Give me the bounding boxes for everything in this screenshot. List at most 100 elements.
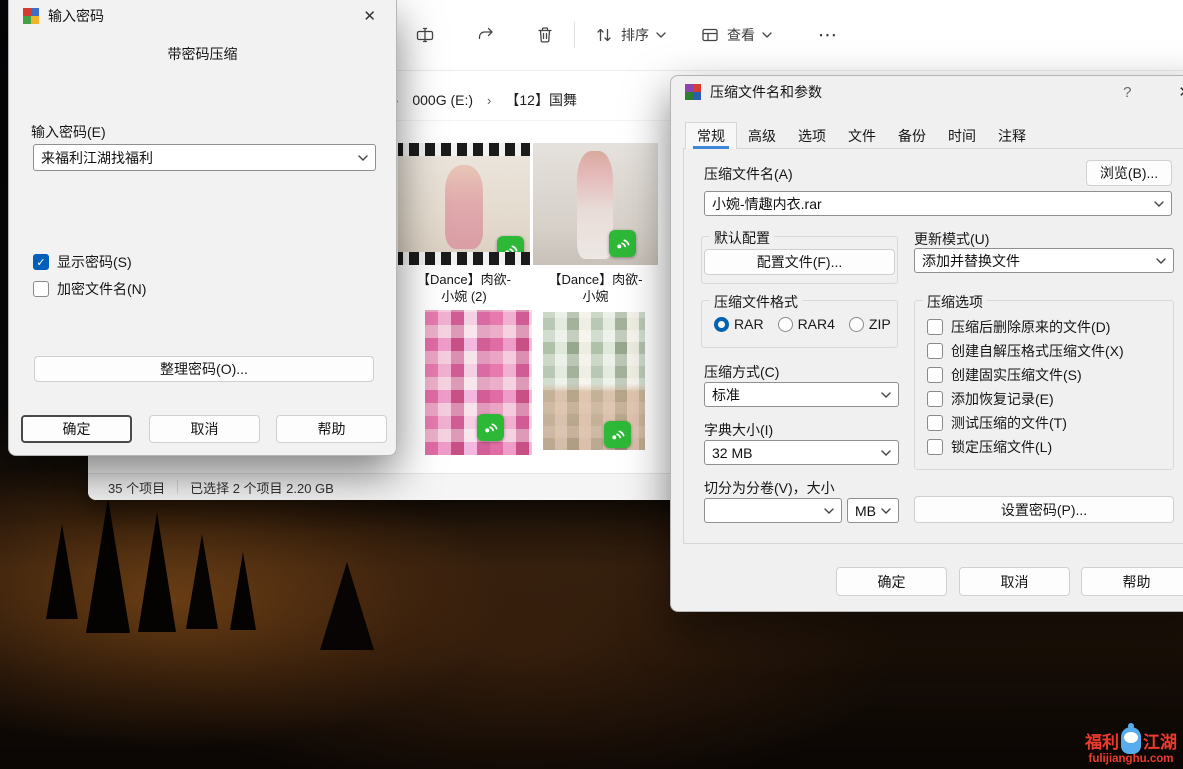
profiles-button[interactable]: 配置文件(F)... xyxy=(704,249,895,275)
format-rar-radio[interactable]: RAR xyxy=(714,316,764,332)
watermark-url: fulijianghu.com xyxy=(1089,753,1174,765)
tab-time[interactable]: 时间 xyxy=(937,122,987,149)
archive-format-group-label: 压缩文件格式 xyxy=(710,292,802,312)
browse-button[interactable]: 浏览(B)... xyxy=(1086,160,1172,186)
radio-selected-icon[interactable] xyxy=(714,317,729,332)
share-icon xyxy=(475,25,495,45)
share-button[interactable] xyxy=(466,17,504,53)
rename-button[interactable] xyxy=(406,17,444,53)
file-tile-pixelated[interactable] xyxy=(425,310,532,455)
dialog-titlebar: 输入密码 ✕ xyxy=(9,0,396,32)
archive-name-params-dialog: 压缩文件名和参数 ? ✕ 常规 高级 选项 文件 备份 时间 注释 压缩文件名(… xyxy=(670,75,1183,612)
cancel-button[interactable]: 取消 xyxy=(959,567,1070,596)
update-mode-value: 添加并替换文件 xyxy=(922,251,1020,271)
password-combobox[interactable]: 来福利江湖找福利 xyxy=(33,144,376,171)
checkbox-unchecked-icon[interactable] xyxy=(927,391,943,407)
compression-method-label: 压缩方式(C) xyxy=(704,362,779,382)
show-password-label: 显示密码(S) xyxy=(57,252,132,272)
checkbox-unchecked-icon[interactable] xyxy=(927,319,943,335)
winrar-dialog-icon xyxy=(23,8,39,24)
trash-icon xyxy=(535,25,555,45)
checkbox-unchecked-icon[interactable] xyxy=(927,343,943,359)
tab-backup[interactable]: 备份 xyxy=(887,122,937,149)
delete-files-checkbox[interactable]: 压缩后删除原来的文件(D) xyxy=(927,317,1110,337)
option-label: 创建固实压缩文件(S) xyxy=(951,365,1082,385)
breadcrumb-folder[interactable]: 【12】国舞 xyxy=(501,88,581,112)
organize-passwords-button[interactable]: 整理密码(O)... xyxy=(34,356,374,382)
brand-left: 福利 xyxy=(1085,728,1119,753)
chevron-down-icon xyxy=(881,508,891,514)
split-unit-value: MB xyxy=(855,503,876,519)
tab-general[interactable]: 常规 xyxy=(685,122,737,149)
file-tile-pixelated[interactable] xyxy=(543,312,645,450)
close-icon[interactable]: ✕ xyxy=(357,5,382,27)
pixelated-thumbnail xyxy=(543,312,645,450)
view-button[interactable]: 查看 xyxy=(691,17,781,53)
compression-method-combobox[interactable]: 标准 xyxy=(704,382,899,407)
checkbox-unchecked-icon[interactable] xyxy=(927,415,943,431)
dictionary-size-label: 字典大小(I) xyxy=(704,420,773,440)
checkbox-unchecked-icon[interactable] xyxy=(33,281,49,297)
video-thumbnail xyxy=(398,143,530,265)
file-tile-video[interactable]: 【Dance】肉欲- 小婉 (2) xyxy=(398,143,530,305)
tab-files[interactable]: 文件 xyxy=(837,122,887,149)
format-rar-label: RAR xyxy=(734,316,764,332)
radio-unselected-icon[interactable] xyxy=(778,317,793,332)
file-name-line2: 小婉 xyxy=(549,288,643,305)
file-name-line1: 【Dance】肉欲- xyxy=(549,271,643,288)
lock-archive-checkbox[interactable]: 锁定压缩文件(L) xyxy=(927,437,1052,457)
tree-silhouette xyxy=(138,512,176,632)
breadcrumb-chevron-icon: › xyxy=(487,93,491,108)
tab-options[interactable]: 选项 xyxy=(787,122,837,149)
thumbnail-figure xyxy=(445,165,483,249)
option-label: 测试压缩的文件(T) xyxy=(951,413,1067,433)
update-mode-combobox[interactable]: 添加并替换文件 xyxy=(914,248,1174,273)
more-options-button[interactable]: ⋯ xyxy=(809,16,847,55)
compression-options-groupbox: 压缩选项 压缩后删除原来的文件(D) 创建自解压格式压缩文件(X) 创建固实压缩… xyxy=(914,300,1174,470)
media-badge-icon xyxy=(604,421,631,448)
checkbox-checked-icon[interactable]: ✓ xyxy=(33,254,49,270)
archive-name-combobox[interactable]: 小婉-情趣内衣.rar xyxy=(704,191,1172,216)
encrypt-filenames-checkbox[interactable]: 加密文件名(N) xyxy=(33,279,146,299)
format-zip-radio[interactable]: ZIP xyxy=(849,316,891,332)
checkbox-unchecked-icon[interactable] xyxy=(927,367,943,383)
site-watermark: 福利 江湖 fulijianghu.com xyxy=(1085,727,1177,765)
photo-thumbnail xyxy=(533,143,658,265)
tab-advanced[interactable]: 高级 xyxy=(737,122,787,149)
dictionary-size-combobox[interactable]: 32 MB xyxy=(704,440,899,465)
ok-button[interactable]: 确定 xyxy=(836,567,947,596)
split-size-combobox[interactable] xyxy=(704,498,842,523)
help-button[interactable]: 帮助 xyxy=(1081,567,1183,596)
tab-comment[interactable]: 注释 xyxy=(987,122,1037,149)
sort-button[interactable]: 排序 xyxy=(585,17,675,53)
tree-silhouette xyxy=(230,552,256,630)
sfx-archive-checkbox[interactable]: 创建自解压格式压缩文件(X) xyxy=(927,341,1124,361)
tree-silhouette xyxy=(186,534,218,629)
archive-name-label: 压缩文件名(A) xyxy=(704,164,793,184)
checkbox-unchecked-icon[interactable] xyxy=(927,439,943,455)
cancel-button[interactable]: 取消 xyxy=(149,415,260,443)
chevron-down-icon xyxy=(1156,258,1166,264)
help-icon[interactable]: ? xyxy=(1117,82,1137,103)
option-label: 添加恢复记录(E) xyxy=(951,389,1054,409)
test-files-checkbox[interactable]: 测试压缩的文件(T) xyxy=(927,413,1067,433)
format-rar4-radio[interactable]: RAR4 xyxy=(778,316,835,332)
help-button[interactable]: 帮助 xyxy=(276,415,387,443)
close-icon[interactable]: ✕ xyxy=(1172,81,1183,103)
ok-button[interactable]: 确定 xyxy=(21,415,132,443)
delete-button[interactable] xyxy=(526,17,564,53)
show-password-checkbox[interactable]: ✓ 显示密码(S) xyxy=(33,252,132,272)
format-rar4-label: RAR4 xyxy=(798,316,835,332)
option-label: 锁定压缩文件(L) xyxy=(951,437,1052,457)
profiles-group-label: 默认配置 xyxy=(710,228,774,248)
recovery-record-checkbox[interactable]: 添加恢复记录(E) xyxy=(927,389,1054,409)
radio-unselected-icon[interactable] xyxy=(849,317,864,332)
split-unit-combobox[interactable]: MB xyxy=(847,498,899,523)
dialog-title: 输入密码 xyxy=(48,6,104,26)
winrar-dialog-icon xyxy=(685,84,701,100)
file-tile-image[interactable]: 【Dance】肉欲- 小婉 xyxy=(533,143,658,305)
solid-archive-checkbox[interactable]: 创建固实压缩文件(S) xyxy=(927,365,1082,385)
breadcrumb-drive[interactable]: 000G (E:) xyxy=(408,90,477,110)
set-password-button[interactable]: 设置密码(P)... xyxy=(914,496,1174,523)
chevron-down-icon xyxy=(656,32,666,38)
